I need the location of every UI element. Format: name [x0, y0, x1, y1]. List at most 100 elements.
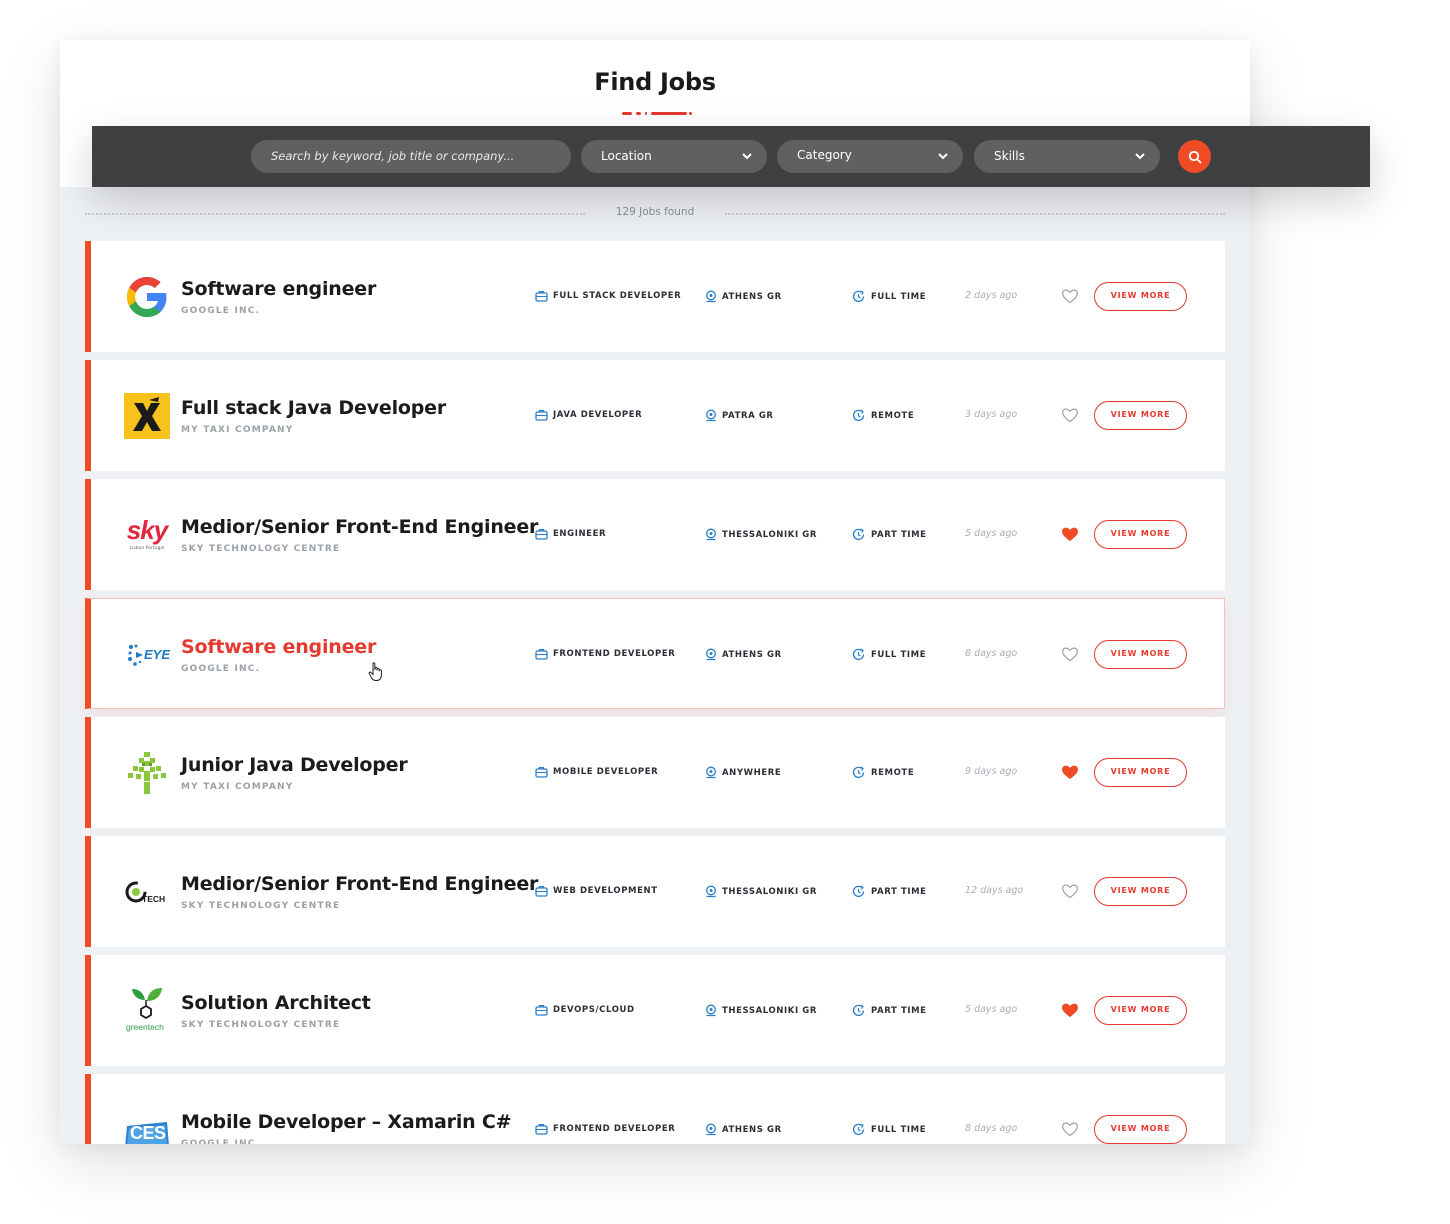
posted-time: 5 days ago: [965, 528, 1018, 539]
time-refresh-icon: [852, 885, 865, 898]
chevron-down-icon: [938, 153, 948, 160]
skills-label: Skills: [994, 149, 1025, 163]
tech-logo-text: TECH: [142, 894, 166, 904]
job-row[interactable]: sky Lisbon Portugal Medior/Senior Front-…: [85, 479, 1225, 590]
job-type: FULL TIME: [852, 1123, 926, 1136]
job-row[interactable]: greentech Solution Architect SKY TECHNOL…: [85, 955, 1225, 1066]
favorite-button[interactable]: [1061, 407, 1079, 423]
company-logo: TECH: [122, 867, 172, 917]
job-type: PART TIME: [852, 1004, 927, 1017]
posted-time: 8 days ago: [965, 648, 1018, 659]
job-type-label: PART TIME: [871, 886, 927, 897]
job-location-label: THESSALONIKI GR: [722, 1005, 818, 1016]
view-more-button[interactable]: VIEW MORE: [1094, 640, 1187, 669]
favorite-button[interactable]: [1061, 1002, 1079, 1018]
company-logo: EYE: [122, 630, 172, 680]
view-more-button[interactable]: VIEW MORE: [1094, 758, 1187, 787]
company-name: SKY TECHNOLOGY CENTRE: [181, 544, 341, 554]
favorite-button[interactable]: [1061, 288, 1079, 304]
favorite-button[interactable]: [1061, 1121, 1079, 1137]
view-more-button[interactable]: VIEW MORE: [1094, 401, 1187, 430]
posted-time: 5 days ago: [965, 1004, 1018, 1015]
search-input[interactable]: Search by keyword, job title or company.…: [251, 140, 571, 173]
job-category-label: FULL STACK DEVELOPER: [553, 291, 682, 301]
job-title[interactable]: Software engineer: [181, 278, 376, 300]
sky-logo-text: sky: [126, 515, 168, 545]
job-title[interactable]: Medior/Senior Front-End Engineer: [181, 516, 538, 538]
job-row[interactable]: CES Mobile Developer – Xamarin C# GOOGLE…: [85, 1074, 1225, 1144]
view-more-button[interactable]: VIEW MORE: [1094, 996, 1187, 1025]
job-location-label: ATHENS GR: [722, 291, 782, 302]
taxi-logo: [124, 393, 170, 439]
search-placeholder: Search by keyword, job title or company.…: [271, 149, 515, 163]
time-refresh-icon: [852, 1004, 865, 1017]
eye-logo: EYE: [122, 630, 172, 680]
heart-outline-icon: [1062, 884, 1078, 899]
view-more-button[interactable]: VIEW MORE: [1094, 877, 1187, 906]
eye-logo-text: EYE: [144, 647, 171, 662]
job-location-label: ANYWHERE: [722, 767, 782, 778]
location-pin-icon: [706, 409, 716, 422]
job-type-label: PART TIME: [871, 1005, 927, 1016]
search-button[interactable]: [1178, 140, 1211, 173]
favorite-button[interactable]: [1061, 526, 1079, 542]
briefcase-icon: [535, 766, 548, 778]
company-name: SKY TECHNOLOGY CENTRE: [181, 901, 341, 911]
location-pin-icon: [706, 528, 716, 541]
location-pin-icon: [706, 885, 716, 898]
heart-filled-icon: [1062, 1003, 1078, 1017]
view-more-button[interactable]: VIEW MORE: [1094, 1115, 1187, 1144]
company-name: SKY TECHNOLOGY CENTRE: [181, 1020, 341, 1030]
briefcase-icon: [535, 528, 548, 540]
job-type: FULL TIME: [852, 648, 926, 661]
job-title[interactable]: Medior/Senior Front-End Engineer: [181, 873, 538, 895]
job-type-label: REMOTE: [871, 410, 915, 421]
location-pin-icon: [706, 290, 716, 303]
company-logo: [122, 272, 172, 322]
job-location-label: ATHENS GR: [722, 1124, 782, 1135]
view-more-button[interactable]: VIEW MORE: [1094, 282, 1187, 311]
heart-outline-icon: [1062, 408, 1078, 423]
job-category: DEVOPS/CLOUD: [535, 1004, 635, 1016]
hand-cursor-icon: [368, 662, 382, 681]
skills-select[interactable]: Skills: [974, 140, 1160, 173]
chevron-down-icon: [1135, 153, 1145, 160]
job-row[interactable]: Software engineer GOOGLE INC. FULL STACK…: [85, 241, 1225, 352]
posted-time: 12 days ago: [965, 885, 1024, 896]
job-location-label: ATHENS GR: [722, 649, 782, 660]
briefcase-icon: [535, 290, 548, 302]
posted-time: 9 days ago: [965, 766, 1018, 777]
job-row[interactable]: Full stack Java Developer MY TAXI COMPAN…: [85, 360, 1225, 471]
sky-logo-subtext: Lisbon Portugal: [129, 546, 165, 551]
category-select[interactable]: Category: [777, 140, 963, 173]
favorite-button[interactable]: [1061, 883, 1079, 899]
time-refresh-icon: [852, 1123, 865, 1136]
company-logo: sky Lisbon Portugal: [122, 510, 172, 560]
job-title[interactable]: Solution Architect: [181, 992, 371, 1014]
jobs-panel: Find Jobs 129 Jobs found Software engine…: [60, 40, 1250, 1144]
jobs-count: 129 Jobs found: [615, 206, 695, 218]
results-summary: 129 Jobs found: [85, 205, 1225, 221]
job-category-label: FRONTEND DEVELOPER: [553, 1124, 676, 1134]
job-title[interactable]: Junior Java Developer: [181, 754, 408, 776]
job-row[interactable]: Junior Java Developer MY TAXI COMPANY MO…: [85, 717, 1225, 828]
briefcase-icon: [535, 409, 548, 421]
location-pin-icon: [706, 648, 716, 661]
job-title[interactable]: Software engineer: [181, 636, 376, 658]
ces-logo: CES: [122, 1105, 172, 1144]
company-name: MY TAXI COMPANY: [181, 425, 294, 435]
favorite-button[interactable]: [1061, 764, 1079, 780]
job-title[interactable]: Full stack Java Developer: [181, 397, 446, 419]
job-category: FULL STACK DEVELOPER: [535, 290, 681, 302]
posted-time: 8 days ago: [965, 1123, 1018, 1134]
job-title[interactable]: Mobile Developer – Xamarin C#: [181, 1111, 512, 1133]
location-select[interactable]: Location: [581, 140, 767, 173]
view-more-button[interactable]: VIEW MORE: [1094, 520, 1187, 549]
location-pin-icon: [706, 1123, 716, 1136]
job-row[interactable]: TECH Medior/Senior Front-End Engineer SK…: [85, 836, 1225, 947]
favorite-button[interactable]: [1061, 646, 1079, 662]
job-row[interactable]: EYE Software engineer GOOGLE INC. FRONTE…: [85, 598, 1225, 709]
search-bar: Search by keyword, job title or company.…: [92, 126, 1370, 187]
job-location: THESSALONIKI GR: [705, 528, 817, 541]
posted-time: 3 days ago: [965, 409, 1018, 420]
